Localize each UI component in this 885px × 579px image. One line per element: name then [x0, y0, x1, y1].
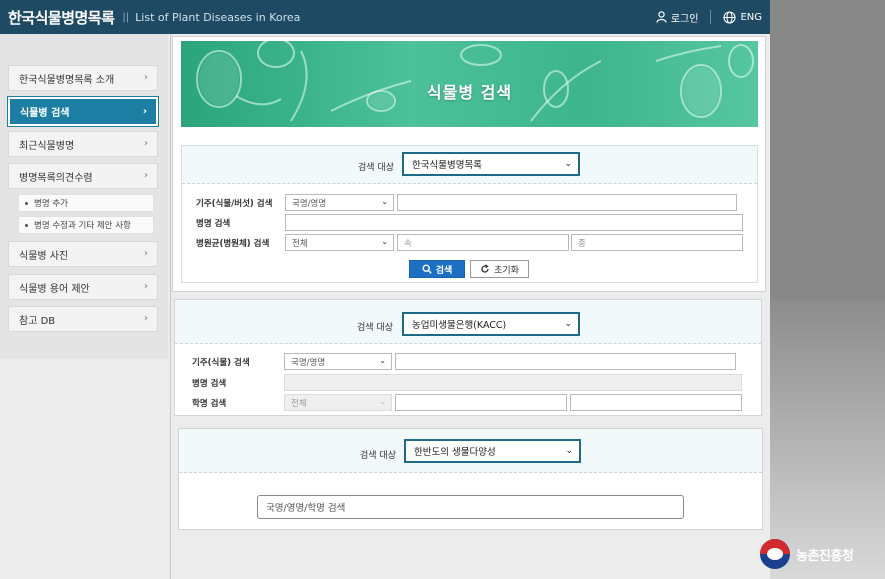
search-icon	[422, 264, 432, 274]
search-target-value: 한반도의 생물다양성	[414, 447, 496, 458]
search-target-value: 농업미생물은행(KACC)	[412, 320, 507, 331]
sidebar-item-label: 식물병 사진	[19, 250, 69, 262]
chevron-down-icon: ⌄	[564, 319, 572, 329]
top-header: 한국식물병명목록 || List of Plant Diseases in Ko…	[0, 0, 770, 34]
host-search-input[interactable]	[397, 194, 737, 211]
species-placeholder: 종	[578, 238, 586, 249]
genus-input[interactable]	[395, 394, 567, 411]
species-input[interactable]	[570, 394, 742, 411]
host-select-value: 국명/영명	[292, 198, 327, 209]
search-target-select[interactable]: 한반도의 생물다양성 ⌄	[404, 439, 581, 463]
user-icon	[656, 11, 667, 23]
scientific-name-label: 학명 검색	[192, 399, 227, 409]
chevron-right-icon: ›	[144, 313, 148, 324]
chevron-down-icon: ⌄	[565, 446, 573, 456]
header-utility: 로그인 ENG	[656, 0, 762, 34]
genus-placeholder: 속	[404, 238, 412, 249]
search-button-label: 검색	[435, 265, 453, 276]
site-logo-english[interactable]: List of Plant Diseases in Korea	[135, 11, 300, 24]
chevron-down-icon: ⌄	[379, 397, 386, 406]
disease-search-label: 병명 검색	[196, 219, 231, 229]
scientific-select-value: 전체	[291, 398, 307, 409]
search-target-value: 한국식물병명목록	[412, 160, 482, 171]
host-select-value: 국명/영명	[291, 357, 326, 368]
sidebar-item-label: 식물병 용어 제안	[19, 283, 90, 295]
rda-name: 농촌진흥청	[796, 548, 854, 564]
chevron-right-icon: ›	[144, 72, 148, 83]
reset-button[interactable]: 초기화	[470, 260, 529, 278]
search-target-label: 검색 대상	[358, 163, 394, 173]
chevron-down-icon: ⌄	[381, 197, 388, 206]
sidebar-item-recent[interactable]: 최근식물병명 ›	[8, 131, 158, 157]
logo-separator: ||	[122, 11, 130, 23]
sidebar-item-reference-db[interactable]: 참고 DB ›	[8, 306, 158, 332]
sidebar-item-disease-search[interactable]: 식물병 검색 ›	[7, 96, 159, 127]
search-target-label: 검색 대상	[357, 323, 393, 333]
pathogen-type-select[interactable]: 전체 ⌄	[285, 234, 394, 251]
host-search-label: 기주(식물) 검색	[192, 358, 250, 368]
chevron-right-icon: ›	[142, 106, 147, 117]
sidebar-item-opinion[interactable]: 병명목록의견수렴 ›	[8, 163, 158, 189]
sidebar-item-label: 최근식물병명	[19, 140, 75, 152]
login-link[interactable]: 로그인	[656, 10, 699, 25]
search-button[interactable]: 검색	[409, 260, 465, 278]
sidebar-item-label: 병명목록의견수렴	[19, 172, 93, 184]
chevron-down-icon: ⌄	[381, 237, 388, 246]
rda-logo: 농촌진흥청	[760, 537, 882, 571]
bullet-icon	[25, 223, 28, 227]
bullet-icon	[25, 201, 28, 205]
chevron-down-icon: ⌄	[379, 356, 386, 365]
sidebar-item-intro[interactable]: 한국식물병명목록 소개 ›	[8, 65, 158, 91]
refresh-icon	[481, 264, 489, 273]
header-divider	[710, 10, 712, 24]
sidebar-item-photos[interactable]: 식물병 사진 ›	[8, 241, 158, 267]
chevron-right-icon: ›	[144, 248, 148, 259]
login-label: 로그인	[670, 13, 699, 25]
sidebar-item-terms[interactable]: 식물병 용어 제안 ›	[8, 274, 158, 300]
page-banner: 식물병 검색	[181, 41, 758, 127]
banner-title: 식물병 검색	[426, 83, 513, 102]
scientific-type-select: 전체 ⌄	[284, 394, 392, 411]
sidebar-subitem-label: 병명 추가	[34, 199, 68, 209]
genus-input[interactable]: 속	[397, 234, 569, 251]
chevron-right-icon: ›	[144, 281, 148, 292]
search-target-select[interactable]: 한국식물병명목록 ⌄	[402, 152, 580, 176]
sidebar-subitem-edit[interactable]: 병명 수정과 기타 제안 사항	[18, 216, 154, 234]
biodiversity-search-placeholder: 국명/영명/학명 검색	[266, 503, 346, 514]
disease-search-input[interactable]	[285, 214, 743, 231]
sidebar-subitem-label: 병명 수정과 기타 제안 사항	[34, 221, 131, 231]
sidebar-item-label: 한국식물병명목록 소개	[19, 74, 115, 86]
search-target-select[interactable]: 농업미생물은행(KACC) ⌄	[402, 312, 580, 336]
reset-button-label: 초기화	[494, 265, 519, 276]
disease-search-input	[284, 374, 742, 391]
species-input[interactable]: 종	[571, 234, 743, 251]
rda-emblem-icon	[760, 539, 790, 569]
chevron-down-icon: ⌄	[564, 159, 572, 169]
language-label: ENG	[740, 11, 762, 23]
biodiversity-search-input[interactable]: 국명/영명/학명 검색	[257, 495, 684, 519]
pathogen-select-value: 전체	[292, 238, 308, 249]
host-name-type-select[interactable]: 국명/영명 ⌄	[285, 194, 394, 211]
site-logo-korean[interactable]: 한국식물병명목록	[8, 7, 115, 28]
chevron-right-icon: ›	[144, 138, 148, 149]
search-target-label: 검색 대상	[360, 451, 396, 461]
content-divider	[170, 34, 171, 579]
host-search-input[interactable]	[395, 353, 736, 370]
sidebar-item-label: 식물병 검색	[20, 108, 70, 119]
host-name-type-select[interactable]: 국명/영명 ⌄	[284, 353, 392, 370]
chevron-right-icon: ›	[144, 170, 148, 181]
host-search-label: 기주(식물/버섯) 검색	[196, 199, 273, 209]
pathogen-search-label: 병원균(병원체) 검색	[196, 239, 270, 249]
sidebar-item-label: 참고 DB	[19, 315, 56, 327]
language-link[interactable]: ENG	[723, 10, 762, 24]
sidebar-subitem-add[interactable]: 병명 추가	[18, 194, 154, 212]
globe-icon	[723, 10, 736, 24]
disease-search-label: 병명 검색	[192, 379, 227, 389]
